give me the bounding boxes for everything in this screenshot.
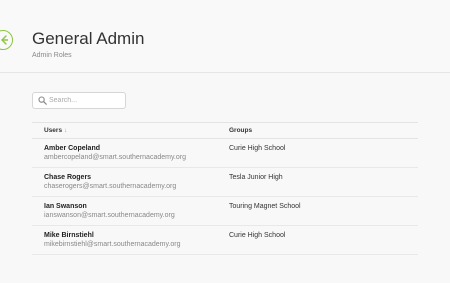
users-column-header[interactable]: Users ↓ bbox=[44, 127, 67, 134]
user-group: Curie High School bbox=[229, 232, 286, 239]
table-row[interactable]: Amber Copeland ambercopeland@smart.south… bbox=[32, 139, 418, 168]
user-group: Touring Magnet School bbox=[229, 203, 301, 210]
user-group: Curie High School bbox=[229, 145, 286, 152]
search-box[interactable] bbox=[32, 92, 126, 109]
table-row[interactable]: Chase Rogers chaserogers@smart.southerna… bbox=[32, 168, 418, 197]
user-name: Chase Rogers bbox=[44, 174, 92, 181]
users-column-label: Users bbox=[44, 127, 63, 134]
user-email: ambercopeland@smart.southernacademy.org bbox=[44, 154, 186, 161]
search-input[interactable] bbox=[49, 94, 123, 107]
page-subtitle: Admin Roles bbox=[32, 52, 72, 59]
back-button[interactable] bbox=[0, 30, 13, 50]
user-email: mikebirnstiehl@smart.southernacademy.org bbox=[44, 241, 181, 248]
groups-column-header: Groups bbox=[229, 127, 253, 134]
sort-arrow-icon: ↓ bbox=[64, 127, 68, 134]
table-row[interactable]: Ian Swanson ianswanson@smart.southernaca… bbox=[32, 197, 418, 226]
user-email: ianswanson@smart.southernacademy.org bbox=[44, 212, 175, 219]
users-table: Users ↓ Groups Amber Copeland ambercopela… bbox=[32, 122, 418, 255]
user-email: chaserogers@smart.southernacademy.org bbox=[44, 183, 177, 190]
user-group: Tesla Junior High bbox=[229, 174, 283, 181]
table-header: Users ↓ Groups bbox=[32, 122, 418, 139]
user-name: Ian Swanson bbox=[44, 203, 87, 210]
user-name: Mike Birnstiehl bbox=[44, 232, 94, 239]
search-icon bbox=[38, 96, 47, 105]
table-row[interactable]: Mike Birnstiehl mikebirnstiehl@smart.sou… bbox=[32, 226, 418, 255]
arrow-left-icon bbox=[1, 35, 8, 45]
user-name: Amber Copeland bbox=[44, 145, 101, 152]
page-title: General Admin bbox=[32, 29, 145, 48]
page-header: General Admin Admin Roles bbox=[0, 0, 450, 73]
